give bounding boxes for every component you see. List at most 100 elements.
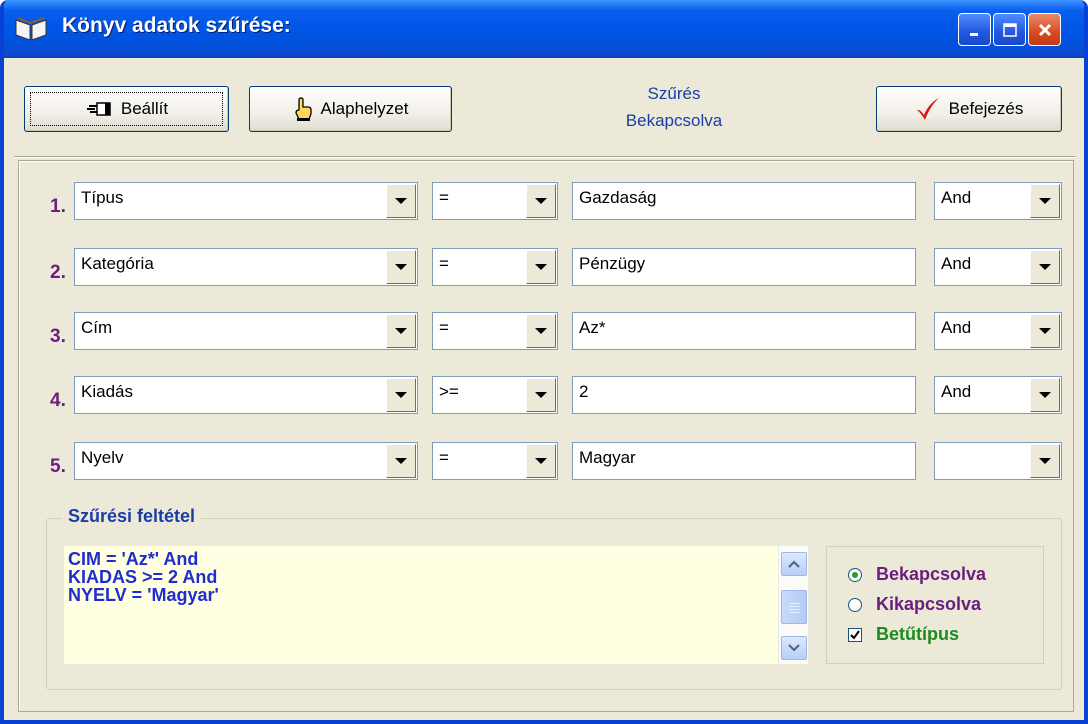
field-select[interactable]: Cím xyxy=(74,312,418,350)
value-input-value: 2 xyxy=(579,382,589,401)
dropdown-arrow-button[interactable] xyxy=(1030,250,1060,284)
logic-select-value: And xyxy=(941,254,972,273)
operator-select[interactable]: = xyxy=(432,312,558,350)
operator-select[interactable]: = xyxy=(432,248,558,286)
logic-select[interactable]: And xyxy=(934,182,1062,220)
row-number: 1. xyxy=(50,196,66,217)
value-input-value: Gazdaság xyxy=(579,188,657,207)
field-select[interactable]: Nyelv xyxy=(74,442,418,480)
dropdown-arrow-button[interactable] xyxy=(1030,314,1060,348)
dropdown-arrow-button[interactable] xyxy=(526,378,556,412)
logic-select-value: And xyxy=(941,382,972,401)
dropdown-arrow-button[interactable] xyxy=(386,444,416,478)
filter-status-line2: Bekapcsolva xyxy=(625,111,723,130)
operator-select-value: = xyxy=(439,254,449,273)
option-on[interactable]: Bekapcsolva xyxy=(848,564,986,585)
chevron-down-icon xyxy=(788,644,800,652)
option-on-radio[interactable] xyxy=(848,567,862,582)
field-select-value: Cím xyxy=(81,318,113,337)
dropdown-arrow-button[interactable] xyxy=(386,184,416,218)
maximize-icon xyxy=(1002,22,1017,37)
value-input[interactable]: Gazdaság xyxy=(572,182,916,220)
field-select-value: Kiadás xyxy=(81,382,133,401)
option-font-label: Betűtípus xyxy=(876,624,959,644)
operator-select[interactable]: = xyxy=(432,182,558,220)
close-icon xyxy=(1038,23,1051,36)
minimize-icon xyxy=(969,32,978,36)
scroll-thumb[interactable] xyxy=(781,590,807,624)
dropdown-arrow-button[interactable] xyxy=(1030,444,1060,478)
toolbar-separator xyxy=(14,156,1076,158)
value-input[interactable]: Az* xyxy=(572,312,916,350)
done-button[interactable]: Befejezés xyxy=(876,86,1062,132)
logic-select-value: And xyxy=(941,188,972,207)
logic-select[interactable] xyxy=(934,442,1062,480)
field-select[interactable]: Típus xyxy=(74,182,418,220)
dropdown-arrow-button[interactable] xyxy=(386,250,416,284)
minimize-button[interactable] xyxy=(958,13,991,46)
value-input-value: Magyar xyxy=(579,448,636,467)
dropdown-arrow-button[interactable] xyxy=(526,250,556,284)
set-button[interactable]: Beállít xyxy=(24,86,229,132)
logic-select[interactable]: And xyxy=(934,376,1062,414)
field-select-value: Kategória xyxy=(81,254,154,273)
chevron-up-icon xyxy=(788,560,800,568)
value-input[interactable]: Pénzügy xyxy=(572,248,916,286)
close-button[interactable] xyxy=(1028,13,1061,46)
operator-select-value: = xyxy=(439,448,449,467)
field-select-value: Nyelv xyxy=(81,448,124,467)
filter-status: Szűrés Bekapcsolva xyxy=(564,80,784,134)
operator-select[interactable]: >= xyxy=(432,376,558,414)
done-button-label: Befejezés xyxy=(948,99,1024,118)
option-font[interactable]: Betűtípus xyxy=(848,624,959,645)
operator-select[interactable]: = xyxy=(432,442,558,480)
row-number: 3. xyxy=(50,326,66,347)
focus-rectangle xyxy=(30,92,223,126)
dropdown-arrow-button[interactable] xyxy=(386,378,416,412)
condition-group-title: Szűrési feltétel xyxy=(62,506,202,527)
condition-scrollbar[interactable] xyxy=(778,546,808,664)
operator-select-value: = xyxy=(439,318,449,337)
condition-text[interactable]: CIM = 'Az*' And KIADAS >= 2 And NYELV = … xyxy=(64,546,778,664)
title-bar[interactable]: Könyv adatok szűrése: xyxy=(4,0,1084,58)
reset-button[interactable]: Alaphelyzet xyxy=(249,86,452,132)
field-select-value: Típus xyxy=(81,188,124,207)
value-input-value: Az* xyxy=(579,318,606,337)
row-number: 5. xyxy=(50,456,66,477)
logic-select[interactable]: And xyxy=(934,248,1062,286)
font-checkbox[interactable] xyxy=(848,627,862,642)
dropdown-arrow-button[interactable] xyxy=(526,314,556,348)
value-input[interactable]: 2 xyxy=(572,376,916,414)
scroll-up-button[interactable] xyxy=(781,552,807,576)
option-off-radio[interactable] xyxy=(848,597,862,612)
option-off[interactable]: Kikapcsolva xyxy=(848,594,981,615)
field-select[interactable]: Kategória xyxy=(74,248,418,286)
scroll-down-button[interactable] xyxy=(781,636,807,660)
dropdown-arrow-button[interactable] xyxy=(526,444,556,478)
dropdown-arrow-button[interactable] xyxy=(1030,378,1060,412)
field-select[interactable]: Kiadás xyxy=(74,376,418,414)
checkmark-icon xyxy=(916,98,939,120)
filter-status-line1: Szűrés xyxy=(647,84,701,103)
option-on-label: Bekapcsolva xyxy=(876,564,987,584)
row-number: 2. xyxy=(50,262,66,283)
row-number: 4. xyxy=(50,390,66,411)
logic-select[interactable]: And xyxy=(934,312,1062,350)
dropdown-arrow-button[interactable] xyxy=(1030,184,1060,218)
reset-button-label: Alaphelyzet xyxy=(320,99,409,118)
filter-window: Könyv adatok szűrése: Beállít Alaphelyze… xyxy=(0,0,1088,724)
condition-line: CIM = 'Az*' And xyxy=(68,549,199,569)
option-off-label: Kikapcsolva xyxy=(876,594,982,614)
dropdown-arrow-button[interactable] xyxy=(386,314,416,348)
hand-icon xyxy=(294,97,312,121)
value-input[interactable]: Magyar xyxy=(572,442,916,480)
logic-select-value: And xyxy=(941,318,972,337)
operator-select-value: = xyxy=(439,188,449,207)
maximize-button[interactable] xyxy=(993,13,1026,46)
window-title: Könyv adatok szűrése: xyxy=(62,14,291,37)
book-icon xyxy=(15,17,47,41)
condition-line: NYELV = 'Magyar' xyxy=(68,585,219,605)
dropdown-arrow-button[interactable] xyxy=(526,184,556,218)
value-input-value: Pénzügy xyxy=(579,254,646,273)
check-icon xyxy=(850,629,860,640)
